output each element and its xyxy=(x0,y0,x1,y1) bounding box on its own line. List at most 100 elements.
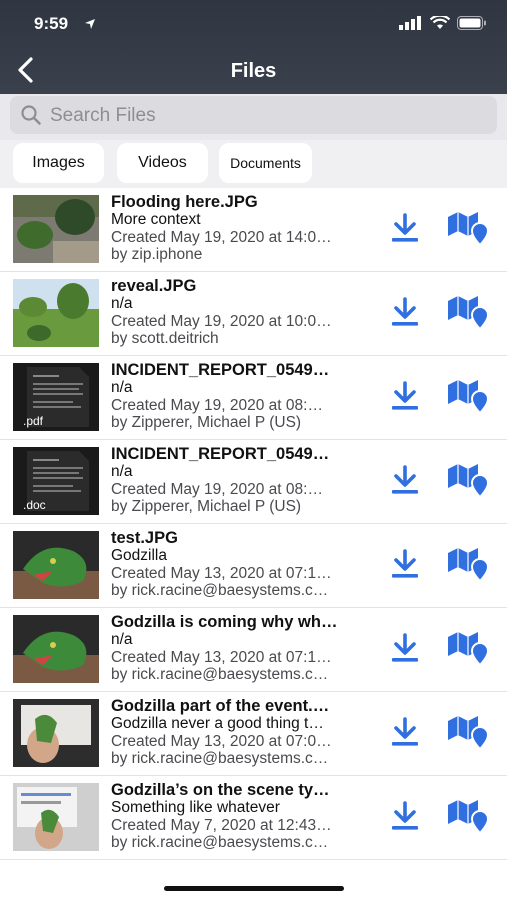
search-input[interactable]: Search Files xyxy=(10,96,497,134)
nav-header: 9:59 Files xyxy=(0,0,507,94)
download-button[interactable] xyxy=(389,548,421,585)
file-name: INCIDENT_REPORT_0549… xyxy=(111,361,330,379)
download-icon xyxy=(392,549,418,578)
file-info: Godzilla part of the event.… Godzilla nev… xyxy=(111,697,371,768)
file-row[interactable]: test.JPG Godzilla Created May 13, 2020 at … xyxy=(0,524,507,608)
photo-thumbnail xyxy=(13,615,99,683)
file-created: Created May 19, 2020 at 08:… xyxy=(111,480,323,498)
file-name: Flooding here.JPG xyxy=(111,193,258,211)
download-button[interactable] xyxy=(389,380,421,417)
photo-thumbnail xyxy=(13,531,99,599)
file-name: Godzilla’s on the scene ty… xyxy=(111,781,330,799)
file-row[interactable]: .doc INCIDENT_REPORT_0549… n/a Created May … xyxy=(0,440,507,524)
file-author: by Zipperer, Michael P (US) xyxy=(111,414,302,431)
file-thumbnail[interactable] xyxy=(13,615,99,683)
map-pin-icon xyxy=(448,632,490,667)
file-name: reveal.JPG xyxy=(111,277,197,295)
show-on-map-button[interactable] xyxy=(446,293,492,338)
battery-icon xyxy=(457,16,486,30)
file-info: Godzilla is coming why wh… n/a Created May… xyxy=(111,613,371,684)
search-placeholder: Search Files xyxy=(50,105,156,126)
download-button[interactable] xyxy=(389,716,421,753)
file-info: test.JPG Godzilla Created May 13, 2020 at … xyxy=(111,529,371,600)
file-created: Created May 13, 2020 at 07:1… xyxy=(111,648,332,666)
file-description: More context xyxy=(111,211,201,228)
file-author: by rick.racine@baesystems.c… xyxy=(111,750,329,767)
file-name: Godzilla part of the event.… xyxy=(111,697,330,715)
show-on-map-button[interactable] xyxy=(446,797,492,842)
download-button[interactable] xyxy=(389,212,421,249)
file-name: Godzilla is coming why wh… xyxy=(111,613,338,631)
file-thumbnail[interactable]: .pdf xyxy=(13,363,99,431)
file-created: Created May 13, 2020 at 07:0… xyxy=(111,732,332,750)
status-indicators xyxy=(399,16,487,30)
filter-videos[interactable]: Videos xyxy=(117,143,208,183)
file-description: n/a xyxy=(111,631,133,648)
download-button[interactable] xyxy=(389,464,421,501)
status-time: 9:59 xyxy=(34,14,69,33)
file-row[interactable]: Godzilla’s on the scene ty… Something lik… xyxy=(0,776,507,860)
location-arrow-icon xyxy=(85,19,95,29)
download-button[interactable] xyxy=(389,632,421,669)
show-on-map-button[interactable] xyxy=(446,377,492,422)
download-icon xyxy=(392,801,418,830)
file-info: INCIDENT_REPORT_0549… n/a Created May 19, … xyxy=(111,445,371,516)
file-row[interactable]: Flooding here.JPG More context Created May… xyxy=(0,188,507,272)
file-author: by rick.racine@baesystems.c… xyxy=(111,666,329,683)
map-pin-icon xyxy=(448,296,490,331)
file-description: Godzilla never a good thing t… xyxy=(111,715,324,732)
map-pin-icon xyxy=(448,716,490,751)
file-created: Created May 7, 2020 at 12:43… xyxy=(111,816,332,834)
file-created: Created May 19, 2020 at 08:… xyxy=(111,396,323,414)
file-created: Created May 19, 2020 at 14:0… xyxy=(111,228,332,246)
file-thumbnail[interactable] xyxy=(13,699,99,767)
download-icon xyxy=(392,633,418,662)
file-info: INCIDENT_REPORT_0549… n/a Created May 19, … xyxy=(111,361,371,432)
file-info: Flooding here.JPG More context Created May… xyxy=(111,193,371,264)
file-row[interactable]: Godzilla part of the event.… Godzilla nev… xyxy=(0,692,507,776)
file-author: by rick.racine@baesystems.c… xyxy=(111,582,329,599)
file-description: n/a xyxy=(111,379,133,396)
file-name: INCIDENT_REPORT_0549… xyxy=(111,445,330,463)
photo-thumbnail xyxy=(13,195,99,263)
file-row[interactable]: Godzilla is coming why wh… n/a Created May… xyxy=(0,608,507,692)
map-pin-icon xyxy=(448,548,490,583)
file-author: by rick.racine@baesystems.c… xyxy=(111,834,329,851)
file-extension-label: .pdf xyxy=(23,414,44,428)
show-on-map-button[interactable] xyxy=(446,629,492,674)
show-on-map-button[interactable] xyxy=(446,209,492,254)
download-icon xyxy=(392,213,418,242)
download-icon xyxy=(392,465,418,494)
file-author: by scott.deitrich xyxy=(111,330,219,347)
file-thumbnail[interactable]: .doc xyxy=(13,447,99,515)
file-description: Something like whatever xyxy=(111,799,280,816)
filter-images[interactable]: Images xyxy=(13,143,104,183)
photo-thumbnail xyxy=(13,783,99,851)
file-info: reveal.JPG n/a Created May 19, 2020 at 10:… xyxy=(111,277,371,348)
map-pin-icon xyxy=(448,464,490,499)
file-description: n/a xyxy=(111,295,133,312)
download-icon xyxy=(392,717,418,746)
file-created: Created May 19, 2020 at 10:0… xyxy=(111,312,332,330)
download-button[interactable] xyxy=(389,296,421,333)
show-on-map-button[interactable] xyxy=(446,545,492,590)
file-description: Godzilla xyxy=(111,547,167,564)
cellular-signal-icon xyxy=(399,16,421,30)
show-on-map-button[interactable] xyxy=(446,461,492,506)
file-thumbnail[interactable] xyxy=(13,279,99,347)
document-thumbnail: .pdf xyxy=(13,363,99,431)
file-thumbnail[interactable] xyxy=(13,783,99,851)
photo-thumbnail xyxy=(13,699,99,767)
search-icon xyxy=(21,105,41,125)
file-thumbnail[interactable] xyxy=(13,531,99,599)
page-title: Files xyxy=(230,60,277,82)
filter-documents[interactable]: Documents xyxy=(219,143,312,183)
file-row[interactable]: .pdf INCIDENT_REPORT_0549… n/a Created May … xyxy=(0,356,507,440)
search-bar: Search Files xyxy=(0,94,507,140)
show-on-map-button[interactable] xyxy=(446,713,492,758)
map-pin-icon xyxy=(448,800,490,835)
download-button[interactable] xyxy=(389,800,421,837)
file-row[interactable]: reveal.JPG n/a Created May 19, 2020 at 10:… xyxy=(0,272,507,356)
file-thumbnail[interactable] xyxy=(13,195,99,263)
download-icon xyxy=(392,381,418,410)
